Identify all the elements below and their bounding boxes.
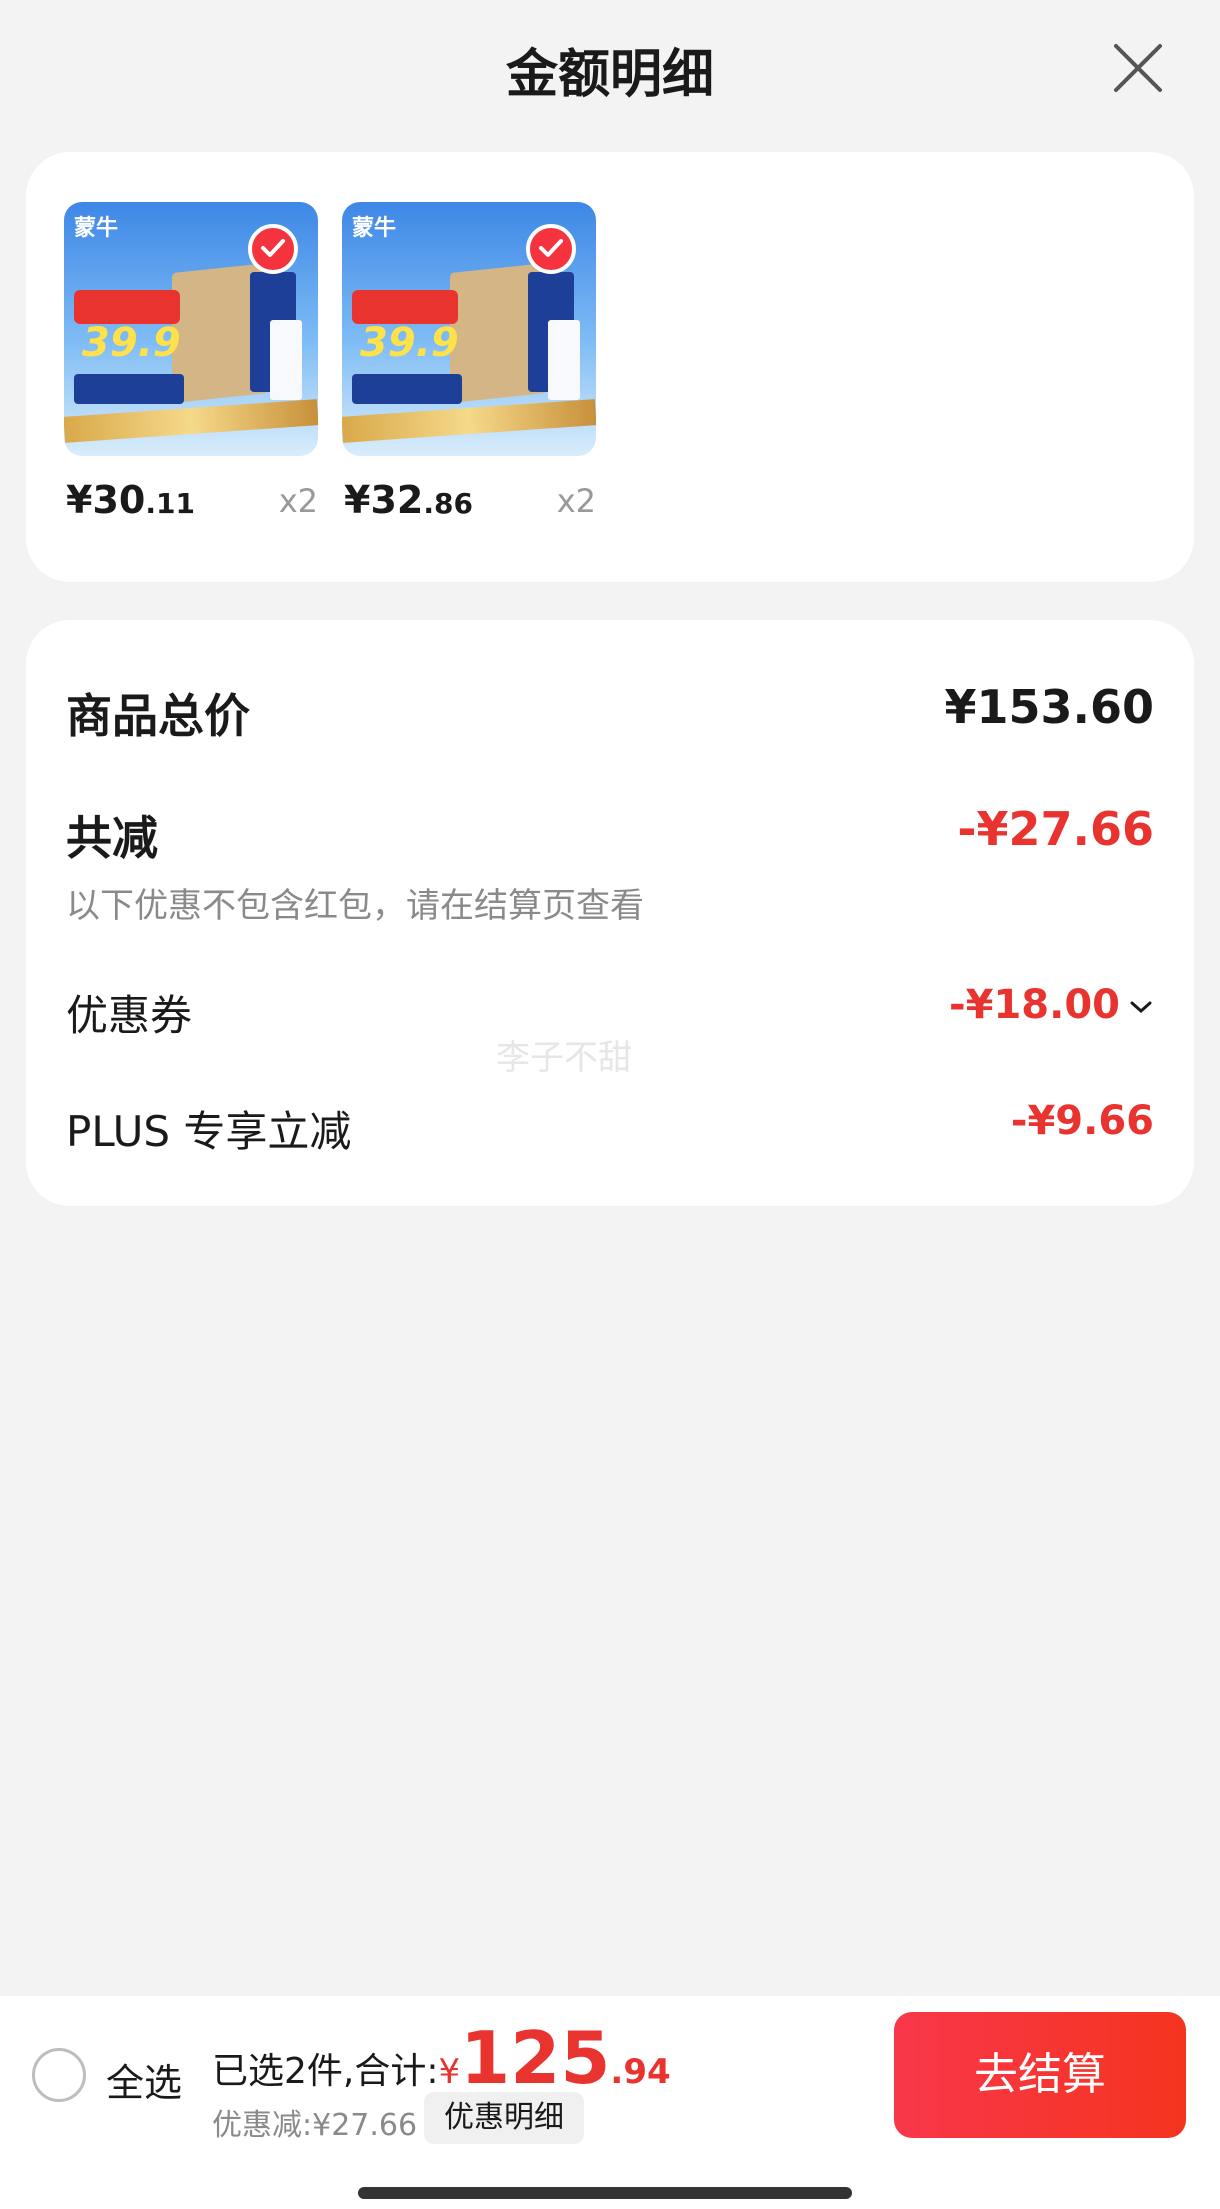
- promo-price: 39.9: [360, 320, 459, 366]
- coupon-value-wrap[interactable]: -¥18.00: [949, 982, 1154, 1028]
- reduction-row: 共减 -¥27.66: [66, 802, 1154, 868]
- total-label: 商品总价: [66, 689, 250, 743]
- coupon-label: 优惠券: [66, 991, 193, 1040]
- promo-banner: [352, 374, 462, 404]
- header: 金额明细: [0, 0, 1220, 140]
- currency-symbol: ¥: [438, 2052, 461, 2092]
- total-summary: 已选2件,合计:¥125.94: [212, 2016, 671, 2100]
- price-decimal: .11: [145, 487, 195, 520]
- promo-price: 39.9: [82, 320, 181, 366]
- product-price: ¥30.11: [66, 478, 195, 522]
- milk-carton: [548, 320, 580, 400]
- plus-row: PLUS 专享立减 -¥9.66: [66, 1098, 1154, 1159]
- plus-label: PLUS 专享立减: [66, 1107, 352, 1156]
- select-all-label[interactable]: 全选: [106, 2052, 182, 2107]
- ribbon: [342, 399, 596, 443]
- price-main: ¥30: [66, 478, 146, 522]
- total-integer: 125: [460, 2016, 611, 2100]
- reduction-label: 共减: [66, 811, 158, 865]
- milk-carton: [270, 320, 302, 400]
- price-main: ¥32: [344, 478, 424, 522]
- product-price: ¥32.86: [344, 478, 473, 522]
- total-decimal: .94: [610, 2052, 671, 2092]
- selected-total-label: 已选2件,合计:: [212, 2051, 439, 2092]
- discount-note: 以下优惠不包含红包，请在结算页查看: [66, 878, 1154, 927]
- product-card: 蒙牛 39.9 ¥30.11 x2 蒙牛 39.9 ¥32.86 x2: [26, 152, 1194, 582]
- total-row: 商品总价 ¥153.60: [66, 680, 1154, 746]
- price-decimal: .86: [423, 487, 473, 520]
- bottom-bar: 全选 已选2件,合计:¥125.94 优惠减:¥27.66 优惠明细 去结算: [0, 1996, 1220, 2209]
- product-item[interactable]: 蒙牛 39.9 ¥30.11 x2: [64, 202, 318, 522]
- brand-logo: 蒙牛: [352, 216, 397, 241]
- product-image[interactable]: 蒙牛 39.9: [64, 202, 318, 456]
- product-quantity: x2: [278, 482, 318, 520]
- discount-detail-button[interactable]: 优惠明细: [424, 2092, 584, 2144]
- close-icon: [1114, 44, 1162, 92]
- product-quantity: x2: [556, 482, 596, 520]
- promo-tag: [352, 290, 458, 324]
- promo-banner: [74, 374, 184, 404]
- ribbon: [64, 399, 318, 443]
- watermark: 李子不甜: [496, 1038, 632, 1078]
- select-all-checkbox[interactable]: [32, 2048, 86, 2102]
- plus-value: -¥9.66: [1010, 1098, 1154, 1144]
- page-title: 金额明细: [505, 45, 714, 105]
- selected-check-icon[interactable]: [526, 224, 576, 274]
- chevron-down-icon: [1130, 1001, 1152, 1014]
- selected-check-icon[interactable]: [248, 224, 298, 274]
- promo-tag: [74, 290, 180, 324]
- summary-card: 商品总价 ¥153.60 共减 -¥27.66 以下优惠不包含红包，请在结算页查…: [26, 620, 1194, 1206]
- total-value: ¥153.60: [944, 680, 1154, 734]
- close-button[interactable]: [1108, 38, 1168, 98]
- coupon-value: -¥18.00: [949, 982, 1120, 1028]
- discount-text: 优惠减:¥27.66: [212, 2108, 418, 2143]
- product-item[interactable]: 蒙牛 39.9 ¥32.86 x2: [342, 202, 596, 522]
- checkout-button[interactable]: 去结算: [894, 2012, 1186, 2138]
- home-indicator[interactable]: [358, 2187, 852, 2199]
- note-text: 以下优惠不包含红包，请在结算页查看: [66, 886, 644, 926]
- reduction-value: -¥27.66: [957, 802, 1154, 856]
- product-image[interactable]: 蒙牛 39.9: [342, 202, 596, 456]
- brand-logo: 蒙牛: [74, 216, 119, 241]
